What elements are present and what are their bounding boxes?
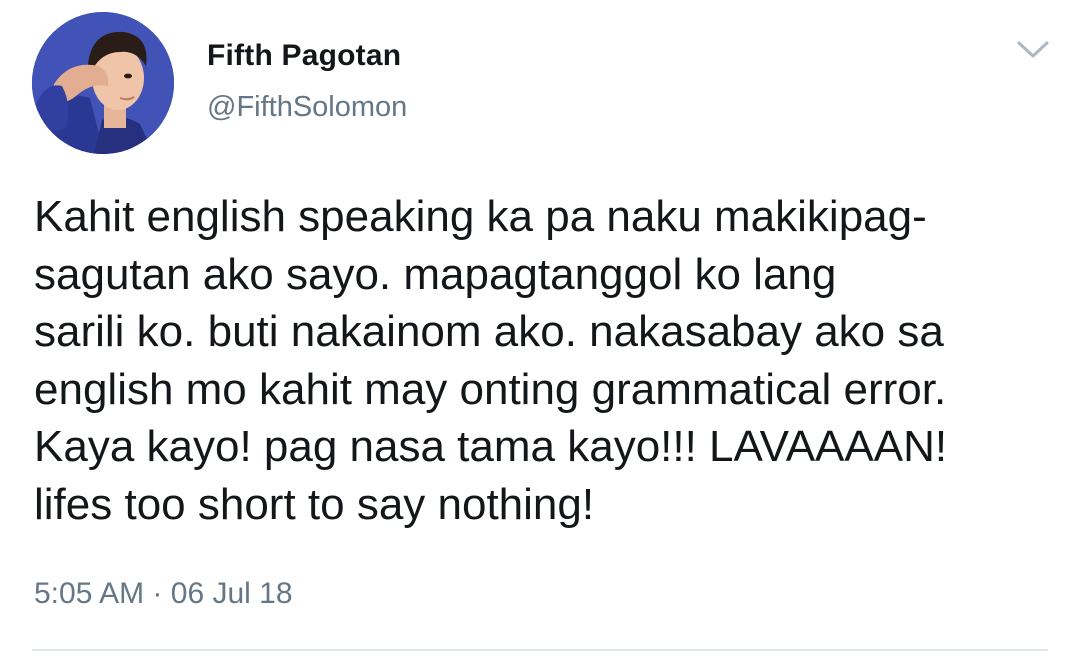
tweet-menu-button[interactable] bbox=[1016, 38, 1050, 62]
tweet-card: Fifth Pagotan @FifthSolomon Kahit englis… bbox=[0, 0, 1080, 655]
tweet-timestamp[interactable]: 5:05 AM · 06 Jul 18 bbox=[34, 576, 293, 612]
avatar[interactable] bbox=[32, 12, 174, 154]
username-handle[interactable]: @FifthSolomon bbox=[207, 90, 407, 124]
display-name[interactable]: Fifth Pagotan bbox=[207, 38, 407, 74]
chevron-down-icon bbox=[1017, 41, 1049, 58]
user-info: Fifth Pagotan @FifthSolomon bbox=[207, 38, 407, 124]
tweet-time: 5:05 AM bbox=[34, 577, 145, 610]
divider bbox=[32, 649, 1048, 651]
tweet-date: 06 Jul 18 bbox=[170, 577, 293, 610]
tweet-text: Kahit english speaking ka pa naku makiki… bbox=[34, 192, 948, 529]
profile-photo-icon bbox=[32, 12, 174, 154]
timestamp-separator: · bbox=[152, 577, 163, 610]
